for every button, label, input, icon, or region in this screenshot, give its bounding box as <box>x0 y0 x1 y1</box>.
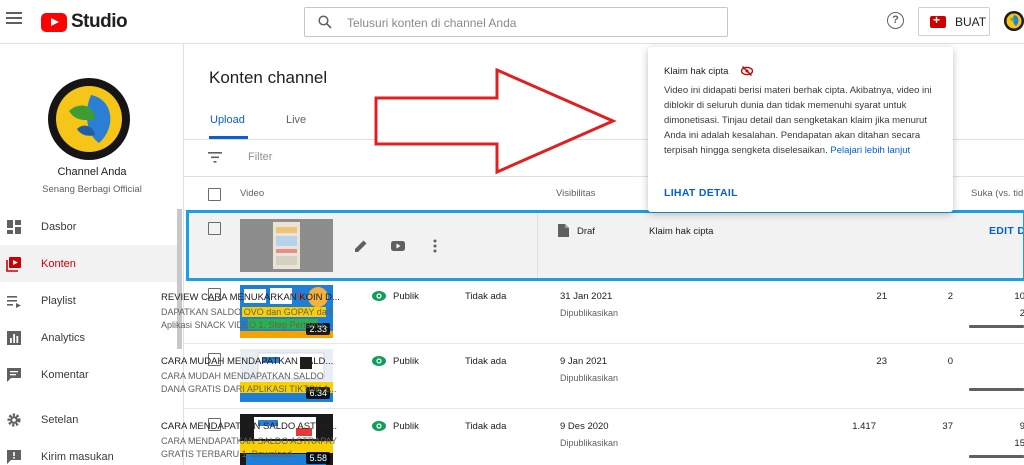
column-header-likes[interactable]: Suka (vs. tid <box>971 188 1023 199</box>
public-eye-icon <box>372 291 386 301</box>
tab-live[interactable]: Live <box>286 114 306 126</box>
sidebar-item-settings[interactable]: Setelan <box>0 401 177 438</box>
video-description: DAPATKAN SALDO OVO dan GOPAY dari Aplika… <box>161 307 332 330</box>
sidebar-item-label: Analytics <box>41 331 86 344</box>
public-eye-icon <box>372 421 386 431</box>
sidebar-item-feedback[interactable]: Kirim masukan <box>0 438 177 465</box>
help-icon[interactable]: ? <box>887 12 904 29</box>
top-bar: Studio Telusuri konten di channel Anda ?… <box>0 0 1024 44</box>
annotation-arrow <box>374 67 617 175</box>
sidebar-item-label: Komentar <box>41 368 89 381</box>
search-input[interactable]: Telusuri konten di channel Anda <box>304 7 728 37</box>
edit-draft-button[interactable]: EDIT DRAF <box>989 225 1024 237</box>
menu-icon[interactable] <box>6 12 22 26</box>
video-description: CARA MUDAH MENDAPATKAN SALDO DANA GRATIS… <box>161 371 337 394</box>
search-placeholder: Telusuri konten di channel Anda <box>347 16 517 30</box>
page-title: Konten channel <box>209 68 328 87</box>
youtube-logo-icon <box>41 12 67 32</box>
sidebar-item-playlist[interactable]: Playlist <box>0 282 177 319</box>
sidebar-item-content[interactable]: Konten <box>0 245 177 282</box>
likes-count: 10 <box>1014 291 1024 302</box>
sidebar-item-label: Konten <box>41 257 76 270</box>
views-count: 1.417 <box>852 421 876 432</box>
publish-status: Dipublikasikan <box>560 438 619 448</box>
visibility-value[interactable]: Publik <box>393 421 419 432</box>
sidebar: Channel Anda Senang Berbagi Official Das… <box>0 44 184 465</box>
publish-date: 9 Des 2020 <box>560 421 609 432</box>
channel-subtitle: Senang Berbagi Official <box>42 184 142 195</box>
select-all-checkbox[interactable] <box>208 188 221 201</box>
video-title[interactable]: CARA MUDAH MENDAPATKAN SALD... <box>161 356 333 367</box>
learn-more-link[interactable]: Pelajari lebih lanjut <box>830 145 910 156</box>
comments-count: 2 <box>947 291 953 302</box>
sidebar-item-label: Dasbor <box>41 220 77 233</box>
divider <box>537 211 538 279</box>
sidebar-item-dashboard[interactable]: Dasbor <box>0 208 177 245</box>
gear-icon <box>7 413 21 426</box>
public-eye-icon <box>372 356 386 366</box>
like-ratio-bar <box>969 325 1024 328</box>
view-details-button[interactable]: LIHAT DETAIL <box>664 187 738 199</box>
feedback-icon <box>7 449 21 464</box>
draft-restriction[interactable]: Klaim hak cipta <box>649 226 713 237</box>
create-button[interactable]: BUAT <box>918 7 990 36</box>
channel-name: Channel Anda <box>57 166 127 178</box>
filter-icon[interactable] <box>208 152 222 163</box>
publish-status: Dipublikasikan <box>560 373 619 383</box>
video-title[interactable]: REVIEW CARA MENUKARKAN KOIN D... <box>161 292 340 303</box>
draft-visibility: Draf <box>577 226 595 237</box>
create-label: BUAT <box>955 14 987 29</box>
sidebar-item-comments[interactable]: Komentar <box>0 356 177 393</box>
publish-status: Dipublikasikan <box>560 308 619 318</box>
edit-pencil-icon[interactable] <box>353 238 369 254</box>
draft-document-icon <box>558 224 569 237</box>
publish-date: 31 Jan 2021 <box>560 291 613 302</box>
copyright-claim-tooltip: Klaim hak cipta Video ini didapati beris… <box>648 47 953 212</box>
video-title[interactable]: CARA MENDAPATKAN SALDO ASTRA... <box>161 421 337 432</box>
comments-count: 37 <box>942 421 953 432</box>
analytics-icon <box>7 330 21 345</box>
dashboard-icon <box>7 219 21 234</box>
views-count: 23 <box>876 356 887 367</box>
sidebar-item-label: Playlist <box>41 294 76 307</box>
restriction-value: Tidak ada <box>465 356 507 367</box>
row-checkbox[interactable] <box>208 222 221 235</box>
sidebar-item-label: Kirim masukan <box>41 450 114 463</box>
eye-off-icon <box>741 66 753 76</box>
publish-date: 9 Jan 2021 <box>560 356 608 367</box>
like-ratio-bar <box>969 455 1024 458</box>
views-count: 21 <box>876 291 887 302</box>
more-options-icon[interactable] <box>427 238 443 254</box>
tooltip-body: Video ini didapati berisi materi berhak … <box>664 83 944 158</box>
likes-count: 9 <box>1019 421 1024 432</box>
likes-sub: 2 <box>1019 308 1024 319</box>
comments-icon <box>7 367 21 382</box>
sidebar-item-label: Setelan <box>41 413 79 426</box>
likes-sub: 15 <box>1014 438 1024 449</box>
youtube-play-icon[interactable] <box>390 238 406 254</box>
video-thumbnail[interactable] <box>240 219 333 272</box>
comments-count: 0 <box>947 356 953 367</box>
studio-logo[interactable]: Studio <box>41 11 128 33</box>
visibility-value[interactable]: Publik <box>393 291 419 302</box>
sidebar-item-analytics[interactable]: Analytics <box>0 319 177 356</box>
column-header-visibility[interactable]: Visibilitas <box>556 188 595 199</box>
visibility-value[interactable]: Publik <box>393 356 419 367</box>
create-video-icon <box>930 13 946 28</box>
account-avatar[interactable] <box>1004 11 1024 31</box>
content-icon <box>6 256 21 272</box>
video-description: CARA MENDAPATKAN SALDO ASTRAPAY GRATIS T… <box>161 436 337 459</box>
filter-input[interactable]: Filter <box>248 151 272 163</box>
logo-text: Studio <box>71 11 128 32</box>
search-icon <box>318 15 332 29</box>
restriction-value: Tidak ada <box>465 421 507 432</box>
playlist-icon <box>7 295 21 308</box>
tooltip-title: Klaim hak cipta <box>664 66 729 77</box>
like-ratio-bar <box>969 388 1024 391</box>
column-header-video[interactable]: Video <box>240 188 264 199</box>
channel-avatar[interactable] <box>47 77 131 161</box>
restriction-value: Tidak ada <box>465 291 507 302</box>
tab-upload[interactable]: Upload <box>210 114 245 126</box>
